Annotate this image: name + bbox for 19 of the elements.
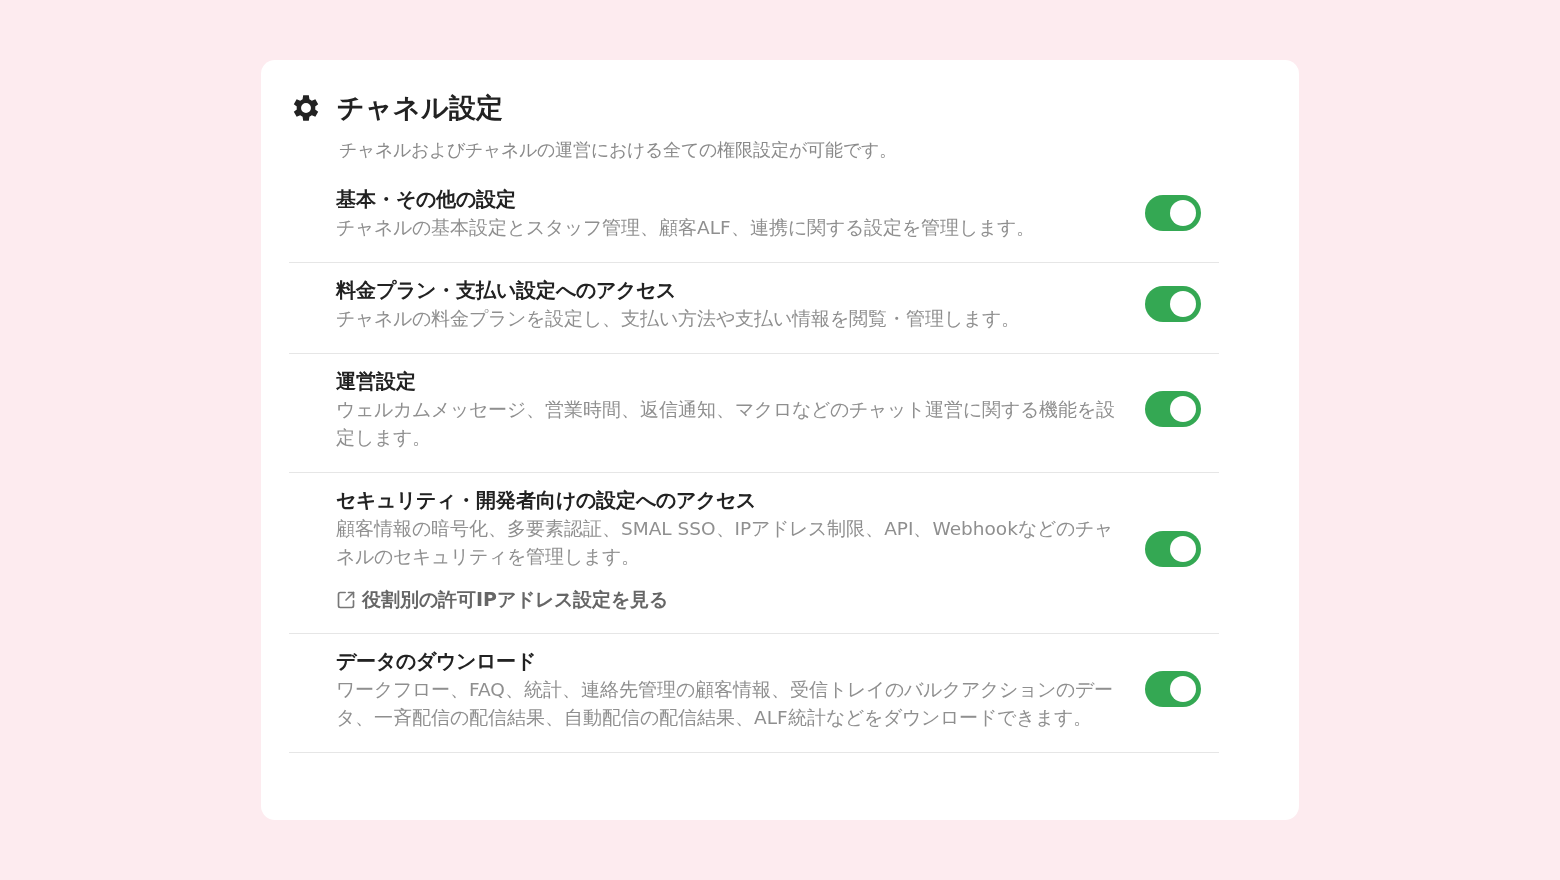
setting-description: ワークフロー、FAQ、統計、連絡先管理の顧客情報、受信トレイのバルクアクションのデータ、一斉配信の配信結果、自動配信の配信結果、ALF統計などをダウンロードできます。 — [336, 678, 1114, 730]
toggle-switch[interactable] — [1145, 391, 1201, 427]
setting-description: チャネルの基本設定とスタッフ管理、顧客ALF、連携に関する設定を管理します。 — [336, 216, 1036, 240]
setting-description: 顧客情報の暗号化、多要素認証、SMAL SSO、IPアドレス制限、API、Webhookなどのチャネルのセキュリティを管理します。 — [336, 517, 1114, 569]
settings-link[interactable]: 役割別の許可IPアドレス設定を見る — [336, 587, 668, 613]
setting-description: ウェルカムメッセージ、営業時間、返信通知、マクロなどのチャット運営に関する機能を設定します。 — [336, 398, 1116, 450]
external-link-icon — [336, 590, 356, 610]
page-title: チャネル設定 — [337, 91, 503, 125]
setting-title: セキュリティ・開発者向けの設定へのアクセス — [336, 487, 757, 514]
setting-title: 基本・その他の設定 — [336, 186, 517, 213]
setting-title: データのダウンロード — [336, 648, 537, 675]
setting-title: 料金プラン・支払い設定へのアクセス — [336, 277, 677, 304]
toggle-switch[interactable] — [1145, 286, 1201, 322]
setting-description: チャネルの料金プランを設定し、支払い方法や支払い情報を閲覧・管理します。 — [336, 307, 1021, 331]
toggle-switch[interactable] — [1145, 531, 1201, 567]
setting-title: 運営設定 — [336, 368, 417, 395]
toggle-switch[interactable] — [1145, 195, 1201, 231]
page-description: チャネルおよびチャネルの運営における全ての権限設定が可能です。 — [339, 138, 898, 162]
toggle-switch[interactable] — [1145, 671, 1201, 707]
